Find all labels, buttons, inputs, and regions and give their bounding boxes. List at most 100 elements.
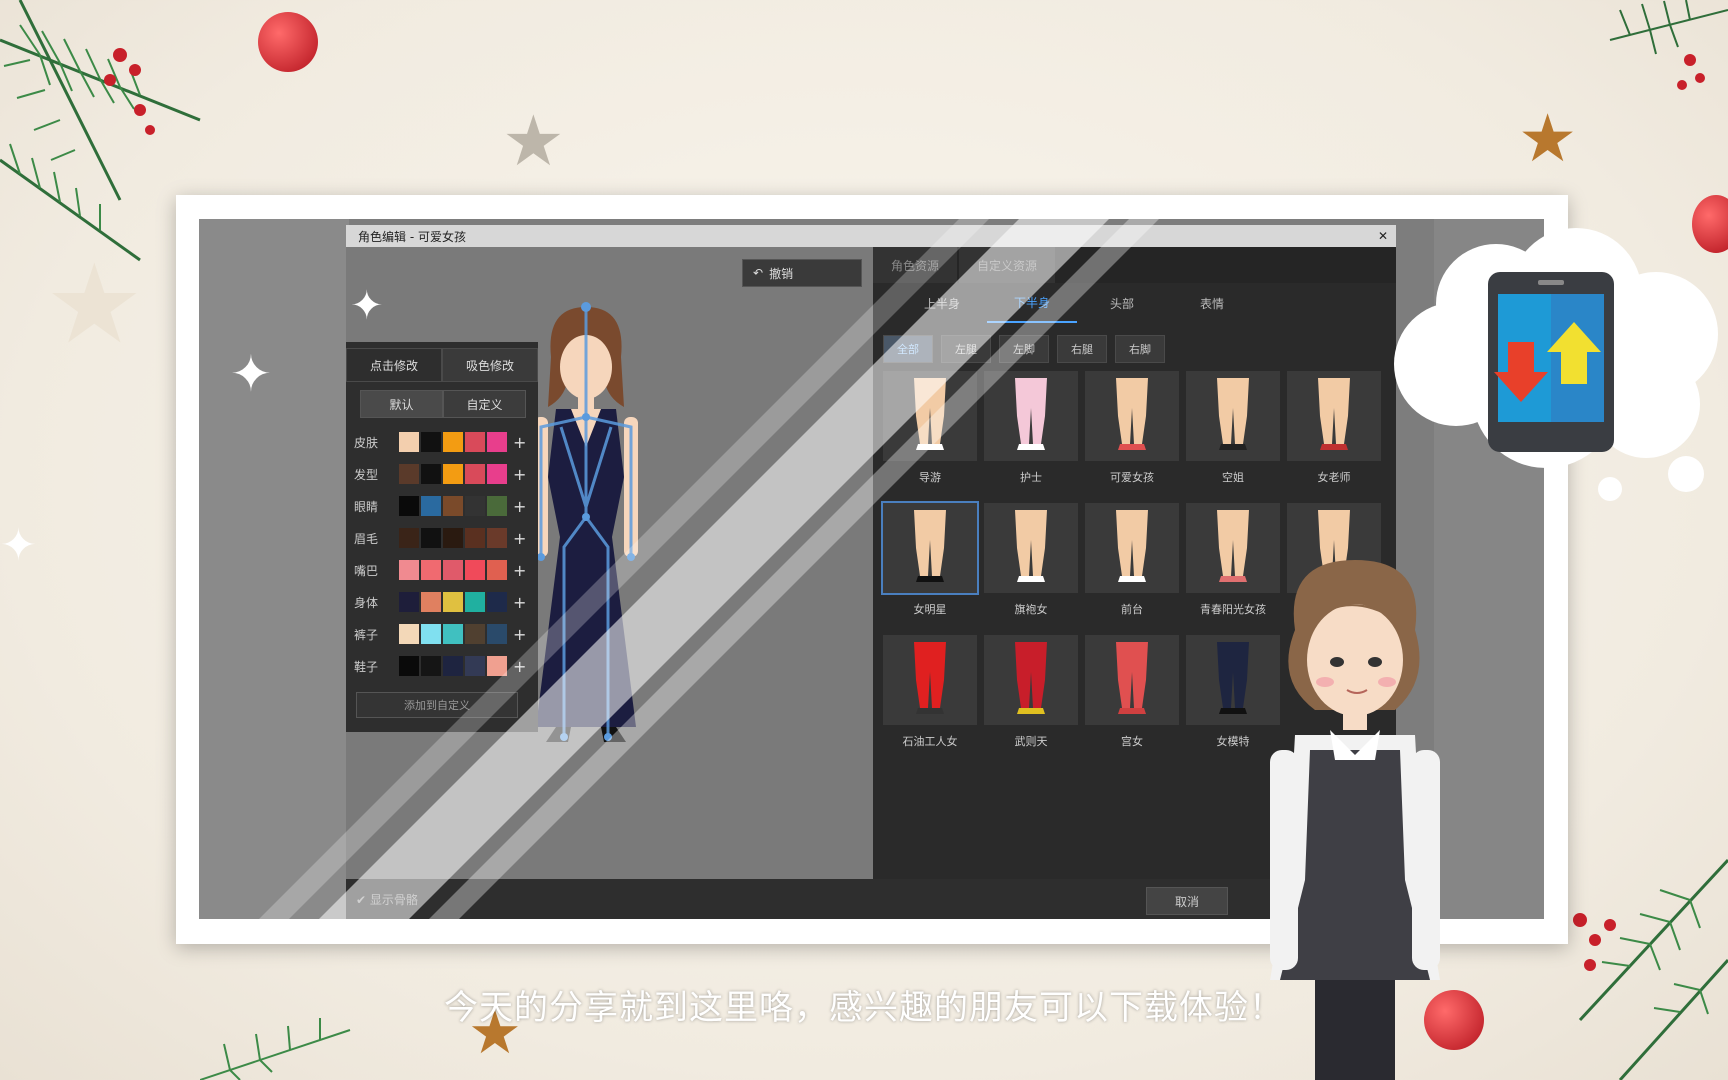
- cancel-button[interactable]: 取消: [1146, 887, 1228, 915]
- tab-left-foot[interactable]: 左脚: [999, 335, 1049, 363]
- show-skeleton-checkbox[interactable]: ✔ 显示骨骼: [356, 891, 418, 908]
- color-swatch[interactable]: [465, 624, 485, 644]
- color-swatch[interactable]: [421, 464, 441, 484]
- lower-body-item[interactable]: 女明星: [881, 501, 979, 635]
- add-color-icon[interactable]: +: [513, 497, 526, 516]
- add-to-custom-button[interactable]: 添加到自定义: [356, 692, 518, 718]
- lower-body-item[interactable]: 导游: [883, 371, 977, 503]
- color-swatch[interactable]: [421, 528, 441, 548]
- item-label: 旗袍女: [1014, 603, 1048, 616]
- color-swatch[interactable]: [421, 432, 441, 452]
- color-swatch[interactable]: [443, 624, 463, 644]
- add-color-icon[interactable]: +: [513, 625, 526, 644]
- tab-custom-resources[interactable]: 自定义资源: [959, 247, 1056, 283]
- color-row-label: 嘴巴: [354, 563, 379, 578]
- color-swatch[interactable]: [465, 560, 485, 580]
- color-swatch[interactable]: [443, 432, 463, 452]
- window-titlebar: 角色编辑 - 可爱女孩 ✕: [346, 225, 1396, 247]
- color-swatch[interactable]: [465, 464, 485, 484]
- lower-body-item[interactable]: 石油工人女: [883, 635, 977, 767]
- tab-right-leg[interactable]: 右腿: [1057, 335, 1107, 363]
- tab-left-leg[interactable]: 左腿: [941, 335, 991, 363]
- tab-expression[interactable]: 表情: [1167, 283, 1257, 323]
- color-swatch[interactable]: [399, 560, 419, 580]
- star-ornament: ★: [45, 240, 144, 368]
- color-row: 皮肤 +: [346, 426, 538, 458]
- color-swatch[interactable]: [443, 528, 463, 548]
- color-swatch[interactable]: [465, 432, 485, 452]
- lower-body-item[interactable]: 武则天: [984, 635, 1078, 767]
- add-color-icon[interactable]: +: [513, 657, 526, 676]
- add-color-icon[interactable]: +: [513, 593, 526, 612]
- add-color-icon[interactable]: +: [513, 465, 526, 484]
- subtab-default[interactable]: 默认: [360, 390, 443, 418]
- color-swatch[interactable]: [465, 656, 485, 676]
- item-label: 石油工人女: [902, 735, 958, 748]
- color-swatch[interactable]: [443, 592, 463, 612]
- item-label: 武则天: [1014, 735, 1048, 748]
- color-swatch[interactable]: [487, 656, 507, 676]
- lower-body-item[interactable]: 可爱女孩: [1085, 371, 1179, 503]
- undo-label: 撤销: [769, 266, 794, 281]
- tab-right-foot[interactable]: 右脚: [1115, 335, 1165, 363]
- tab-eyedropper-modify[interactable]: 吸色修改: [442, 348, 538, 382]
- sparkle-icon: ✦: [0, 520, 37, 571]
- color-row-label: 鞋子: [354, 659, 379, 674]
- color-swatch[interactable]: [399, 656, 419, 676]
- item-label: 可爱女孩: [1110, 471, 1154, 484]
- tab-click-modify[interactable]: 点击修改: [346, 348, 442, 382]
- legs-thumbnail: [1085, 635, 1179, 725]
- legs-thumbnail: [1186, 371, 1280, 461]
- add-color-icon[interactable]: +: [513, 561, 526, 580]
- color-swatch[interactable]: [487, 496, 507, 516]
- color-swatch[interactable]: [487, 592, 507, 612]
- lower-body-item[interactable]: 旗袍女: [984, 503, 1078, 635]
- item-label: 女明星: [913, 603, 947, 616]
- blurred-background-left: [199, 219, 349, 919]
- tab-lower-body[interactable]: 下半身: [987, 283, 1077, 323]
- color-swatch[interactable]: [443, 656, 463, 676]
- color-swatch[interactable]: [421, 592, 441, 612]
- color-swatch[interactable]: [421, 624, 441, 644]
- lower-body-item[interactable]: 宫女: [1085, 635, 1179, 767]
- color-swatch[interactable]: [399, 624, 419, 644]
- color-swatch[interactable]: [399, 432, 419, 452]
- item-label: 导游: [919, 471, 941, 484]
- color-swatch[interactable]: [465, 592, 485, 612]
- undo-button[interactable]: ↶ 撤销: [742, 259, 862, 287]
- color-swatch[interactable]: [465, 496, 485, 516]
- color-swatch[interactable]: [465, 528, 485, 548]
- color-swatch[interactable]: [399, 464, 419, 484]
- item-label: 护士: [1020, 471, 1042, 484]
- sparkle-icon: ✦: [230, 345, 272, 403]
- color-swatch[interactable]: [399, 592, 419, 612]
- add-color-icon[interactable]: +: [513, 433, 526, 452]
- color-swatch[interactable]: [421, 560, 441, 580]
- color-swatch[interactable]: [421, 496, 441, 516]
- lower-body-item[interactable]: 女老师: [1287, 371, 1381, 503]
- phone-transfer-icon: [1488, 272, 1614, 452]
- color-swatch[interactable]: [399, 496, 419, 516]
- color-swatch[interactable]: [443, 464, 463, 484]
- tab-head[interactable]: 头部: [1077, 283, 1167, 323]
- tab-upper-body[interactable]: 上半身: [897, 283, 987, 323]
- tab-character-resources[interactable]: 角色资源: [873, 247, 958, 283]
- tab-all[interactable]: 全部: [883, 335, 933, 363]
- lower-body-item[interactable]: 前台: [1085, 503, 1179, 635]
- color-swatch[interactable]: [399, 528, 419, 548]
- color-swatch[interactable]: [421, 656, 441, 676]
- color-swatch[interactable]: [487, 528, 507, 548]
- color-swatch[interactable]: [443, 496, 463, 516]
- subtab-custom[interactable]: 自定义: [443, 390, 526, 418]
- add-color-icon[interactable]: +: [513, 529, 526, 548]
- color-swatch[interactable]: [487, 624, 507, 644]
- character-canvas[interactable]: ↶ 撤销 点击修改 吸色修改 默认 自定义 皮肤 + 发型 + 眼睛 + 眉毛 …: [346, 247, 873, 879]
- color-swatch[interactable]: [487, 560, 507, 580]
- lower-body-item[interactable]: 空姐: [1186, 371, 1280, 503]
- lower-body-item[interactable]: 护士: [984, 371, 1078, 503]
- color-swatch[interactable]: [443, 560, 463, 580]
- color-swatch[interactable]: [487, 464, 507, 484]
- color-swatch[interactable]: [487, 432, 507, 452]
- color-row-label: 裤子: [354, 627, 379, 642]
- color-row-label: 眉毛: [354, 531, 379, 546]
